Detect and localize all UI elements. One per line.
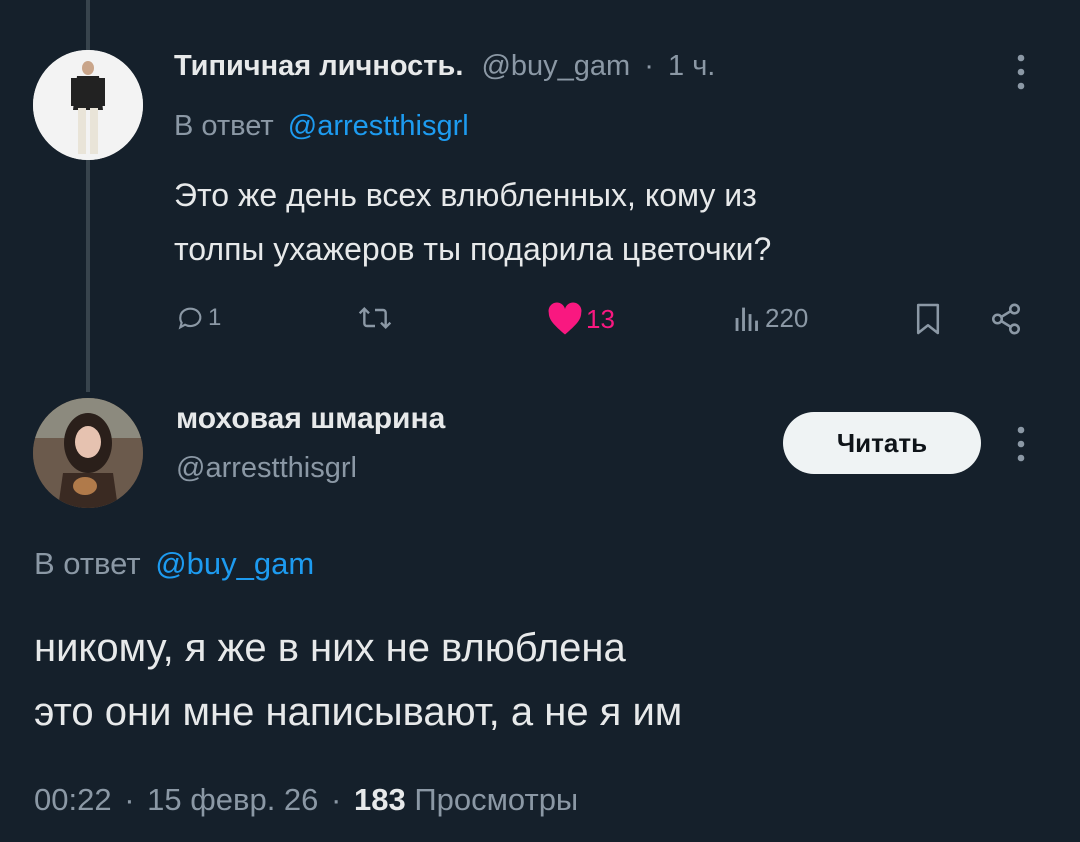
- reply-context: В ответ @buy_gam: [34, 546, 314, 582]
- follow-button[interactable]: Читать: [783, 412, 981, 474]
- views-icon: [735, 307, 758, 331]
- tweet-text-line: Это же день всех влюбленных, кому из: [174, 177, 757, 213]
- bookmark-icon: [916, 303, 940, 335]
- separator: ·: [124, 782, 135, 817]
- tweet-meta: 00:22 · 15 февр. 26 · 183 Просмотры: [34, 782, 578, 818]
- reply-count: 1: [208, 304, 222, 331]
- like-count: 13: [586, 303, 615, 334]
- tweet-text: никому, я же в них не влюблена это они м…: [34, 616, 682, 744]
- views-action[interactable]: 220: [733, 302, 808, 334]
- author-handle[interactable]: @buy_gam: [481, 50, 630, 82]
- avatar[interactable]: [33, 398, 143, 508]
- tweet-time[interactable]: 00:22: [34, 782, 112, 817]
- reply-prefix: В ответ: [174, 110, 274, 142]
- author-name[interactable]: моховая шмарина: [176, 402, 445, 436]
- views-label: Просмотры: [414, 782, 579, 817]
- avatar[interactable]: [33, 50, 143, 160]
- avatar-portrait-image: [33, 398, 143, 508]
- more-icon: [1017, 426, 1025, 462]
- retweet-action[interactable]: [355, 302, 395, 334]
- reply-tweet-header: Типичная личность. @buy_gam · 1 ч.: [174, 50, 715, 83]
- retweet-icon: [358, 306, 392, 330]
- timestamp[interactable]: 1 ч.: [668, 50, 715, 82]
- tweet-date[interactable]: 15 февр. 26: [147, 782, 318, 817]
- separator: ·: [331, 782, 342, 817]
- tweet-text-line: толпы ухажеров ты подарила цветочки?: [174, 231, 772, 267]
- avatar-person-image: [33, 50, 143, 160]
- like-action[interactable]: 13: [546, 302, 615, 336]
- heart-icon: [548, 302, 582, 335]
- reply-action[interactable]: 1: [174, 302, 221, 334]
- share-button[interactable]: [988, 302, 1024, 341]
- author-name[interactable]: Типичная личность.: [174, 50, 463, 82]
- tweet-text: Это же день всех влюбленных, кому из тол…: [174, 168, 771, 276]
- reply-prefix: В ответ: [34, 546, 141, 581]
- author-handle[interactable]: @arrestthisgrl: [176, 452, 357, 485]
- share-icon: [991, 303, 1021, 335]
- bookmark-button[interactable]: [914, 302, 942, 341]
- more-options-button[interactable]: [1010, 424, 1032, 469]
- views-count: 220: [765, 302, 809, 333]
- tweet-text-line: это они мне написывают, а не я им: [34, 690, 683, 734]
- reply-to-link[interactable]: @buy_gam: [155, 546, 314, 581]
- reply-to-link[interactable]: @arrestthisgrl: [288, 110, 469, 142]
- views-count[interactable]: 183: [354, 782, 406, 817]
- separator: ·: [644, 50, 654, 82]
- reply-icon: [178, 307, 202, 330]
- more-options-button[interactable]: [1010, 52, 1032, 97]
- tweet-text-line: никому, я же в них не влюблена: [34, 626, 626, 670]
- more-icon: [1017, 54, 1025, 90]
- reply-context: В ответ @arrestthisgrl: [174, 110, 469, 143]
